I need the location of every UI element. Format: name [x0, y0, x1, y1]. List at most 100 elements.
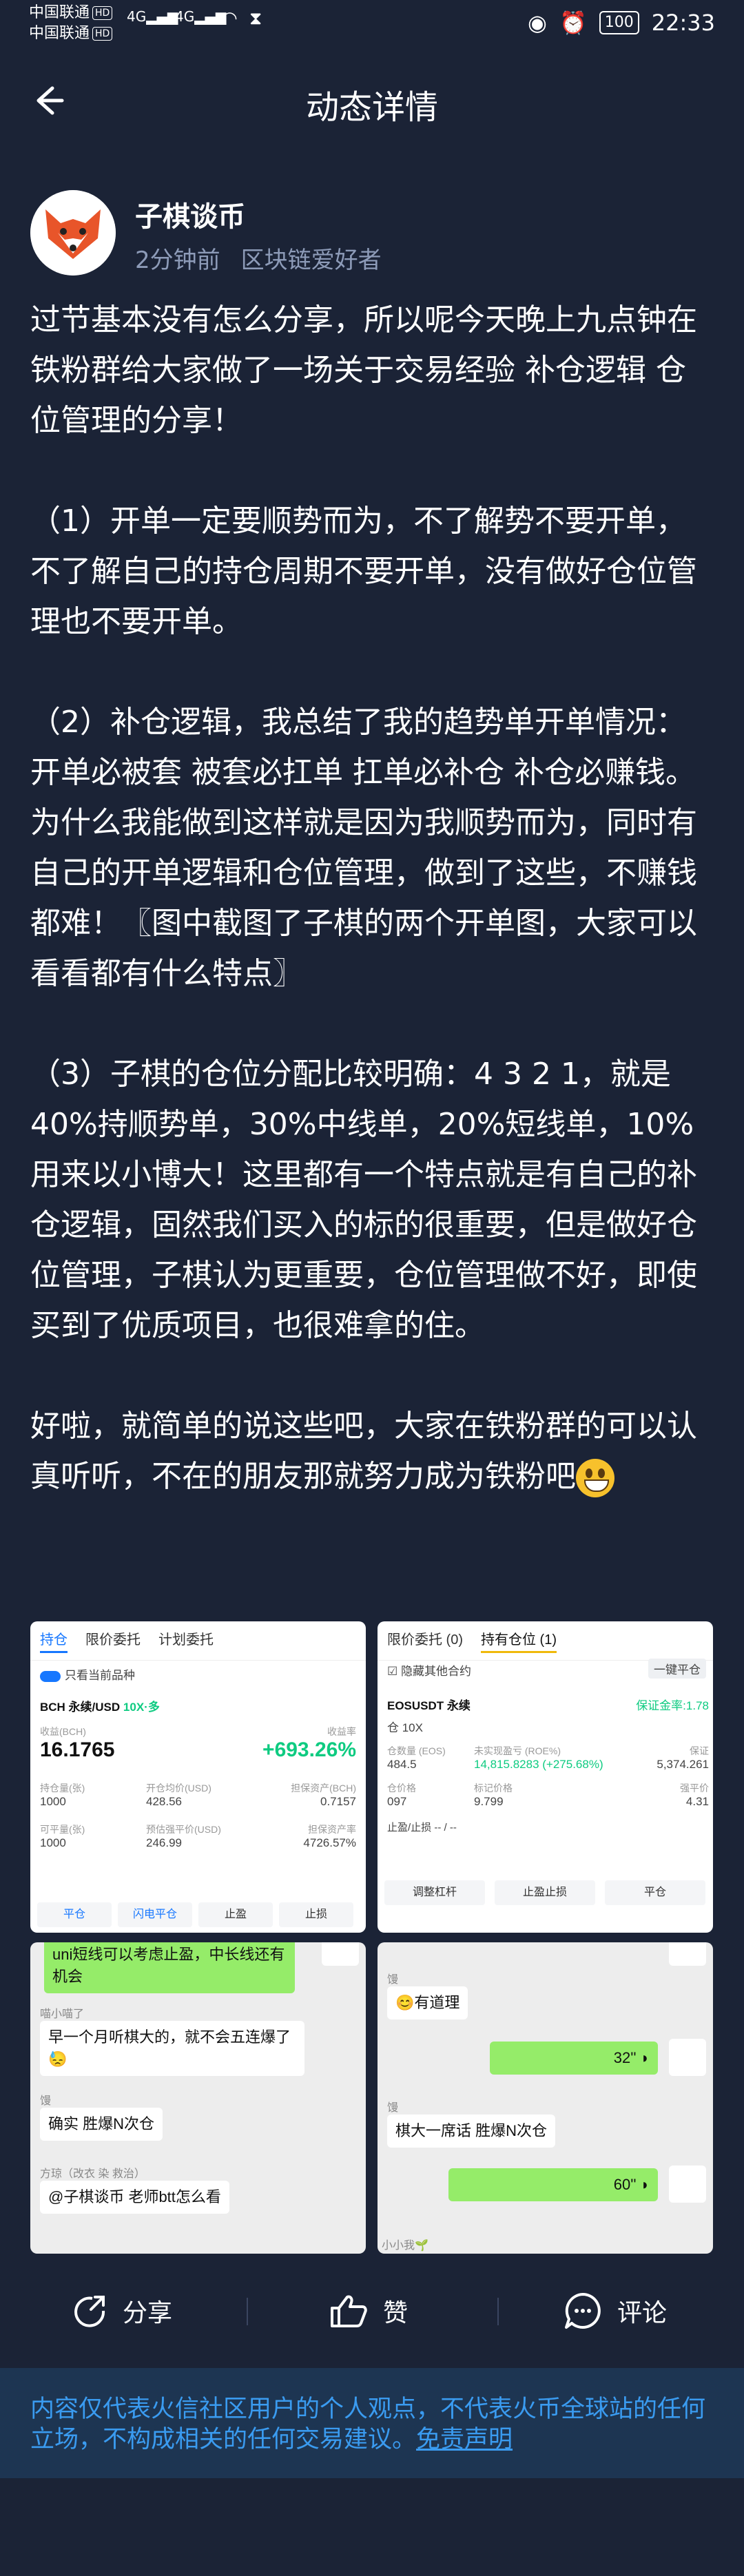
thumbs-up-icon	[331, 2295, 367, 2327]
button: 止盈止损	[495, 1880, 595, 1905]
label: 开仓均价(USD)	[146, 1783, 211, 1794]
paragraph-5: 好啦，就简单的说这些吧，大家在铁粉群的可以认真听听，不在的朋友那就努力成为铁粉吧	[30, 1401, 714, 1502]
button: 平仓	[37, 1902, 112, 1927]
hide-other-row: ☑ 隐藏其他合约	[387, 1665, 471, 1678]
value: 4.31	[685, 1795, 709, 1808]
carrier-1: 中国联通 HD	[29, 4, 113, 22]
disclaimer-text: 内容仅代表火信社区用户的个人观点，不代表火币全球站的任何立场，不构成相关的任何交…	[30, 2396, 706, 2453]
status-bar: 中国联通 HD 中国联通 HD 4G▂▄▆ 4G▂▄▆ ◠ ⧗ ◉ ⏰ 100 22…	[0, 0, 744, 48]
value: 1000	[40, 1836, 66, 1849]
clock-time: 22:33	[651, 10, 715, 36]
margin-label: 保证金率:1.78	[636, 1699, 709, 1712]
button: 一键平仓	[648, 1659, 706, 1679]
author-name[interactable]: 子棋谈币	[135, 194, 245, 234]
chat-name: 小小我🌱	[382, 2240, 428, 2252]
label: 仓数量 (EOS)	[387, 1745, 446, 1756]
pair-name: EOSUSDT 永续	[387, 1699, 471, 1712]
toggle-row: 只看当前品种	[40, 1665, 135, 1683]
voice-bubble-2: 60'' ◗	[448, 2168, 658, 2201]
image-chat-2[interactable]: 馒 😊有道理 32'' ◗ 馒 棋大一席话 胜爆N次仓 60'' ◗ 小小我🌱	[378, 1942, 713, 2254]
fox-avatar-icon	[669, 1942, 706, 1966]
fox-avatar-icon	[669, 2165, 706, 2203]
chat-bubble: 棋大一席话 胜爆N次仓	[387, 2115, 556, 2148]
fox-avatar-icon	[669, 2039, 706, 2076]
label: 预估强平价(USD)	[146, 1824, 221, 1835]
disclaimer-banner: 内容仅代表火信社区用户的个人观点，不代表火币全球站的任何立场，不构成相关的任何交…	[0, 2368, 744, 2478]
label: 仓 10X	[387, 1721, 423, 1734]
label: 担保资产(BCH)	[291, 1783, 356, 1794]
disclaimer-link[interactable]: 免责声明	[416, 2426, 513, 2453]
hourglass-icon: ⧗	[249, 8, 262, 29]
chat-bubble: @子棋谈币 老师btt怎么看	[40, 2181, 229, 2214]
author-tag: 区块链爱好者	[240, 247, 382, 274]
paragraph-3: （2）补仓逻辑，我总结了我的趋势单开单情况：开单必被套 被套必扛单 扛单必补仓 …	[30, 705, 697, 991]
image-chat-1[interactable]: uni短线可以考虑止盈，中长线还有机会 喵小喵了 早一个月听棋大的，就不会五连爆…	[30, 1942, 366, 2254]
earn-label: 收益(BCH)	[40, 1726, 86, 1737]
fox-avatar-icon	[322, 1942, 359, 1966]
label: 标记价格	[474, 1783, 513, 1794]
pair-name: BCH 永续/USD 10X·多	[40, 1701, 160, 1714]
status-right: ◉ ⏰ 100 22:33	[528, 10, 715, 36]
value: 0.7157	[320, 1795, 356, 1808]
label: 保证	[690, 1745, 709, 1756]
chat-name: 喵小喵了	[40, 2008, 85, 2020]
chat-bubble: 确实 胜爆N次仓	[40, 2108, 163, 2141]
comment-button[interactable]: 评论	[564, 2273, 667, 2349]
label: 可平量(张)	[40, 1824, 85, 1835]
value: 4726.57%	[303, 1836, 356, 1849]
chat-name: 馒	[387, 1974, 399, 1986]
image-bch-position[interactable]: 持仓 限价委托 计划委托 只看当前品种 BCH 永续/USD 10X·多 收益(…	[30, 1621, 366, 1933]
share-button[interactable]: 分享	[72, 2273, 172, 2349]
avatar[interactable]	[30, 190, 116, 276]
button: 平仓	[605, 1880, 705, 1905]
value: 428.56	[146, 1795, 182, 1808]
value: 赞	[383, 2299, 409, 2327]
signal-icon-2: 4G▂▄▆	[175, 8, 227, 25]
page-title: 动态详情	[305, 88, 438, 127]
button: 止盈	[198, 1902, 273, 1927]
value: 5,374.261	[657, 1758, 709, 1771]
label: 仓价格	[387, 1783, 416, 1794]
rate-label: 收益率	[327, 1726, 356, 1737]
comment-icon	[565, 2293, 601, 2329]
position-tabs: 持仓 限价委托 计划委托	[30, 1621, 366, 1661]
rate-value: +693.26%	[262, 1738, 356, 1761]
divider	[247, 2298, 248, 2325]
like-button[interactable]: 赞	[329, 2273, 408, 2349]
paragraph-1: 过节基本没有怎么分享，所以呢今天晚上九点钟在铁粉群给大家做了一场关于交易经验 补…	[30, 302, 697, 438]
paragraph-2: （1）开单一定要顺势而为，不了解势不要开单，不了解自己的持仓周期不要开单，没有做…	[30, 503, 697, 639]
alarm-icon: ⏰	[559, 10, 587, 36]
chat-name: 馒	[387, 2102, 399, 2114]
label: 止盈/止损 -- / --	[387, 1822, 457, 1834]
chat-bubble: 😊有道理	[387, 1986, 468, 2019]
value: 484.5	[387, 1758, 417, 1771]
image-eos-position[interactable]: 限价委托 (0) 持有仓位 (1) ☑ 隐藏其他合约 一键平仓 EOSUSDT …	[378, 1621, 713, 1933]
wifi-icon: ◠	[222, 8, 238, 29]
button: 调整杠杆	[384, 1880, 485, 1905]
chat-name: 方琼（改衣 染 救治）	[40, 2168, 145, 2180]
eye-icon: ◉	[528, 10, 547, 36]
share-icon	[74, 2296, 105, 2327]
button: 止损	[279, 1902, 353, 1927]
fox-avatar-icon	[30, 190, 116, 276]
nav-bar: 动态详情	[0, 52, 744, 149]
earn-value: 16.1765	[40, 1738, 115, 1761]
value: 1000	[40, 1795, 66, 1808]
value: 097	[387, 1795, 407, 1808]
battery-icon: 100	[599, 11, 639, 34]
value: 14,815.8283 (+275.68%)	[474, 1758, 603, 1771]
toggle-icon	[40, 1670, 61, 1682]
grin-emoji-icon	[576, 1459, 614, 1497]
chat-bubble: 早一个月听棋大的，就不会五连爆了😓	[40, 2021, 304, 2076]
author-meta: 2分钟前 区块链爱好者	[135, 241, 382, 275]
chat-bubble: uni短线可以考虑止盈，中长线还有机会	[44, 1942, 295, 1993]
signal-icon-1: 4G▂▄▆	[127, 8, 178, 25]
label: 未实现盈亏 (ROE%)	[474, 1745, 561, 1756]
carrier-2: 中国联通 HD	[29, 25, 113, 43]
chat-name: 馒	[40, 2095, 52, 2107]
button: 闪电平仓	[118, 1902, 192, 1927]
value: 9.799	[474, 1795, 504, 1808]
divider	[497, 2298, 499, 2325]
label: 担保资产率	[308, 1824, 356, 1835]
post-time: 2分钟前	[135, 247, 220, 274]
